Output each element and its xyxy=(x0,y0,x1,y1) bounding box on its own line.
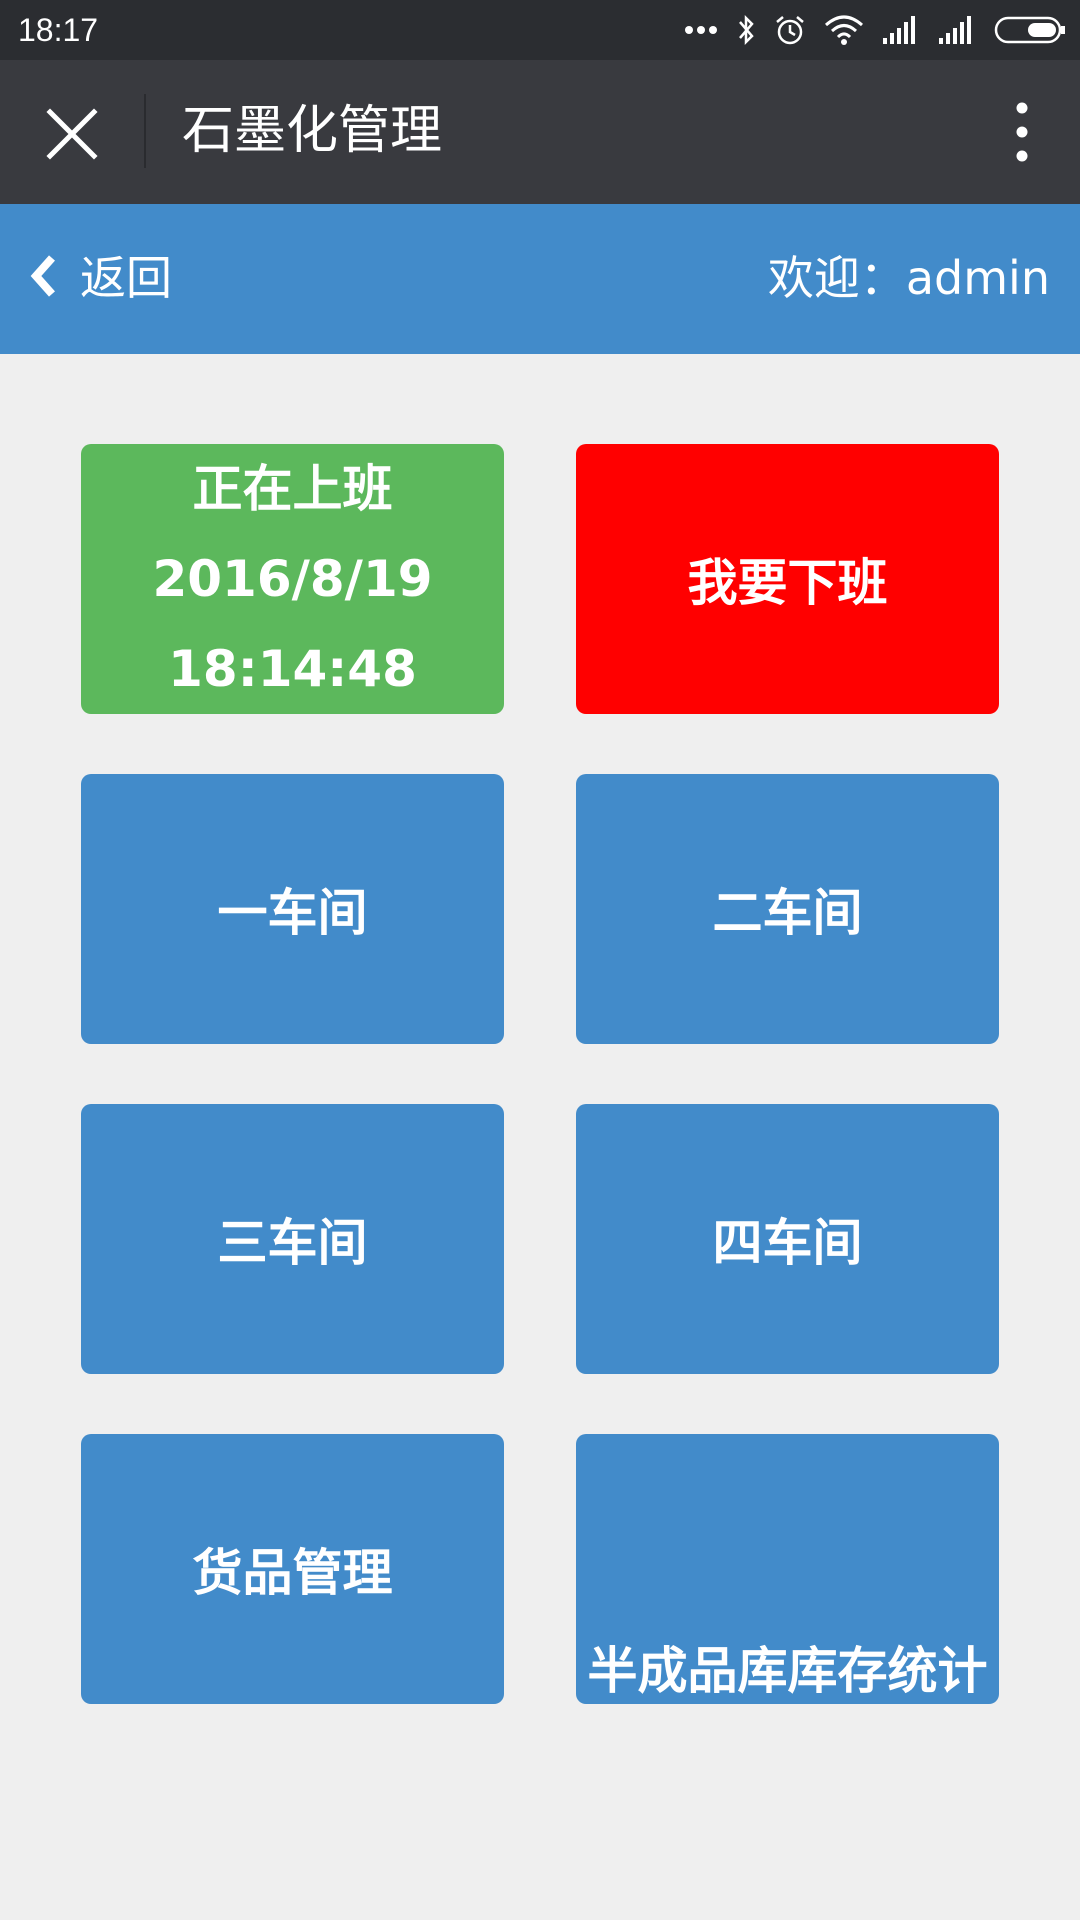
workshop-3-button[interactable]: 三车间 xyxy=(81,1104,504,1374)
on-duty-tile[interactable]: 正在上班 2016/8/19 18:14:48 xyxy=(81,444,504,714)
page-title: 石墨化管理 xyxy=(182,101,443,161)
off-duty-label: 我要下班 xyxy=(687,554,888,612)
workshop-1-button[interactable]: 一车间 xyxy=(81,774,504,1044)
title-divider xyxy=(144,94,146,168)
status-bar: 18:17 xyxy=(0,0,1080,60)
wifi-icon xyxy=(824,15,864,45)
on-duty-time: 18:14:48 xyxy=(168,640,417,698)
bluetooth-icon xyxy=(736,14,756,46)
more-dots-icon xyxy=(684,25,718,35)
wechat-title-bar: 石墨化管理 xyxy=(0,60,1080,204)
alarm-icon xyxy=(774,14,806,46)
workshop-4-label: 四车间 xyxy=(712,1214,863,1272)
semi-finished-stats-button[interactable]: 半成品库库存统计 xyxy=(576,1434,999,1704)
on-duty-status: 正在上班 xyxy=(192,460,393,518)
status-time: 18:17 xyxy=(18,12,99,48)
more-vertical-icon[interactable] xyxy=(1010,100,1034,164)
welcome-text: 欢迎：admin xyxy=(767,251,1050,305)
close-icon[interactable] xyxy=(44,106,100,162)
workshop-4-button[interactable]: 四车间 xyxy=(576,1104,999,1374)
status-icons xyxy=(684,10,1066,50)
on-duty-date: 2016/8/19 xyxy=(152,550,433,608)
battery-icon xyxy=(994,16,1066,44)
workshop-2-label: 二车间 xyxy=(712,884,863,942)
off-duty-button[interactable]: 我要下班 xyxy=(576,444,999,714)
workshop-3-label: 三车间 xyxy=(217,1214,368,1272)
goods-management-button[interactable]: 货品管理 xyxy=(81,1434,504,1704)
workshop-1-label: 一车间 xyxy=(217,884,368,942)
semi-finished-stats-label: 半成品库库存统计 xyxy=(587,1642,988,1700)
page-header: 返回 欢迎：admin xyxy=(0,204,1080,354)
chevron-left-icon xyxy=(28,254,58,302)
back-label: 返回 xyxy=(80,251,172,305)
signal-icon xyxy=(882,16,920,44)
goods-management-label: 货品管理 xyxy=(192,1544,393,1602)
signal-icon xyxy=(938,16,976,44)
workshop-2-button[interactable]: 二车间 xyxy=(576,774,999,1044)
back-button[interactable]: 返回 xyxy=(28,248,172,308)
